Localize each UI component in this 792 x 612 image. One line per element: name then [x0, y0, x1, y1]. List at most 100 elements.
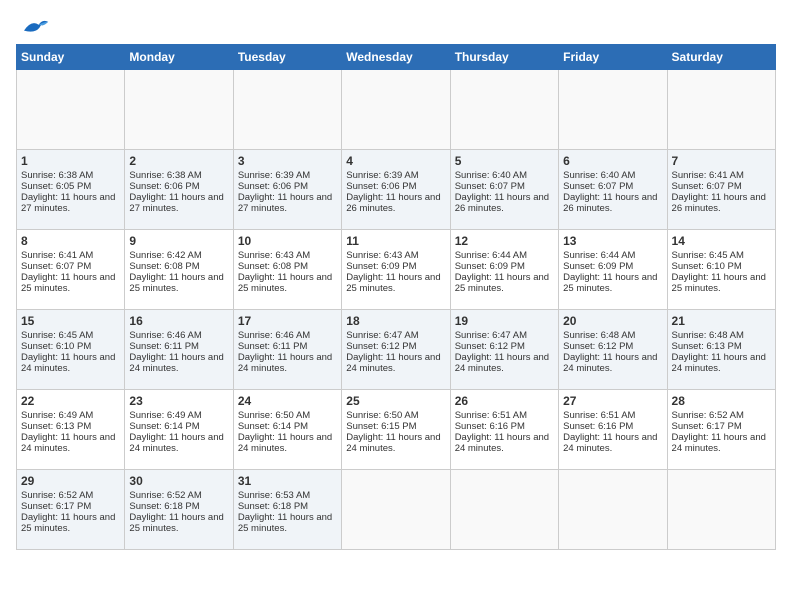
- page: SundayMondayTuesdayWednesdayThursdayFrid…: [0, 0, 792, 560]
- sunset-text: Sunset: 6:13 PM: [672, 341, 742, 352]
- sunrise-text: Sunrise: 6:41 AM: [21, 250, 93, 261]
- sunset-text: Sunset: 6:15 PM: [346, 421, 416, 432]
- calendar-cell: [233, 70, 341, 150]
- calendar-cell: 2Sunrise: 6:38 AMSunset: 6:06 PMDaylight…: [125, 150, 233, 230]
- day-number: 26: [455, 394, 554, 408]
- daylight-text: Daylight: 11 hours and 24 minutes.: [129, 432, 223, 454]
- sunrise-text: Sunrise: 6:52 AM: [21, 490, 93, 501]
- calendar-cell: 13Sunrise: 6:44 AMSunset: 6:09 PMDayligh…: [559, 230, 667, 310]
- day-number: 14: [672, 234, 771, 248]
- day-number: 30: [129, 474, 228, 488]
- daylight-text: Daylight: 11 hours and 25 minutes.: [129, 272, 223, 294]
- sunrise-text: Sunrise: 6:41 AM: [672, 170, 744, 181]
- sunrise-text: Sunrise: 6:40 AM: [455, 170, 527, 181]
- calendar-cell: 7 Sunrise: 6:41 AMSunset: 6:07 PMDaylight…: [667, 150, 775, 230]
- day-number: 2: [129, 154, 228, 168]
- sunrise-text: Sunrise: 6:39 AM: [346, 170, 418, 181]
- sunset-text: Sunset: 6:08 PM: [129, 261, 199, 272]
- calendar-cell: 25Sunrise: 6:50 AMSunset: 6:15 PMDayligh…: [342, 390, 450, 470]
- sunrise-text: Sunrise: 6:51 AM: [455, 410, 527, 421]
- day-number: 12: [455, 234, 554, 248]
- day-header-wednesday: Wednesday: [342, 45, 450, 70]
- calendar-cell: 14Sunrise: 6:45 AMSunset: 6:10 PMDayligh…: [667, 230, 775, 310]
- day-number: 3: [238, 154, 337, 168]
- sunrise-text: Sunrise: 6:43 AM: [238, 250, 310, 261]
- day-number: 4: [346, 154, 445, 168]
- calendar-cell: 4Sunrise: 6:39 AMSunset: 6:06 PMDaylight…: [342, 150, 450, 230]
- sunset-text: Sunset: 6:18 PM: [129, 501, 199, 512]
- daylight-text: Daylight: 11 hours and 27 minutes.: [238, 192, 332, 214]
- daylight-text: Daylight: 11 hours and 25 minutes.: [563, 272, 657, 294]
- sunset-text: Sunset: 6:13 PM: [21, 421, 91, 432]
- calendar-cell: 11Sunrise: 6:43 AMSunset: 6:09 PMDayligh…: [342, 230, 450, 310]
- calendar-cell: 28Sunrise: 6:52 AMSunset: 6:17 PMDayligh…: [667, 390, 775, 470]
- daylight-text: Daylight: 11 hours and 24 minutes.: [672, 352, 766, 374]
- daylight-text: Daylight: 11 hours and 24 minutes.: [21, 352, 115, 374]
- sunset-text: Sunset: 6:05 PM: [21, 181, 91, 192]
- calendar-cell: 23Sunrise: 6:49 AMSunset: 6:14 PMDayligh…: [125, 390, 233, 470]
- calendar-week-row: 29Sunrise: 6:52 AMSunset: 6:17 PMDayligh…: [17, 470, 776, 550]
- sunset-text: Sunset: 6:08 PM: [238, 261, 308, 272]
- day-number: 27: [563, 394, 662, 408]
- day-header-tuesday: Tuesday: [233, 45, 341, 70]
- day-number: 16: [129, 314, 228, 328]
- day-number: 6: [563, 154, 662, 168]
- sunset-text: Sunset: 6:12 PM: [346, 341, 416, 352]
- sunrise-text: Sunrise: 6:47 AM: [455, 330, 527, 341]
- calendar-cell: [17, 70, 125, 150]
- day-number: 13: [563, 234, 662, 248]
- sunset-text: Sunset: 6:07 PM: [21, 261, 91, 272]
- day-number: 23: [129, 394, 228, 408]
- sunset-text: Sunset: 6:06 PM: [238, 181, 308, 192]
- sunrise-text: Sunrise: 6:50 AM: [238, 410, 310, 421]
- calendar-week-row: 15Sunrise: 6:45 AMSunset: 6:10 PMDayligh…: [17, 310, 776, 390]
- calendar-cell: 22Sunrise: 6:49 AMSunset: 6:13 PMDayligh…: [17, 390, 125, 470]
- day-number: 7: [672, 154, 771, 168]
- calendar-cell: 30Sunrise: 6:52 AMSunset: 6:18 PMDayligh…: [125, 470, 233, 550]
- calendar-week-row: [17, 70, 776, 150]
- sunset-text: Sunset: 6:12 PM: [455, 341, 525, 352]
- calendar-cell: 17Sunrise: 6:46 AMSunset: 6:11 PMDayligh…: [233, 310, 341, 390]
- sunset-text: Sunset: 6:07 PM: [563, 181, 633, 192]
- daylight-text: Daylight: 11 hours and 25 minutes.: [129, 512, 223, 534]
- day-number: 21: [672, 314, 771, 328]
- day-number: 24: [238, 394, 337, 408]
- day-number: 15: [21, 314, 120, 328]
- sunrise-text: Sunrise: 6:38 AM: [21, 170, 93, 181]
- day-number: 8: [21, 234, 120, 248]
- day-number: 5: [455, 154, 554, 168]
- calendar-cell: 29Sunrise: 6:52 AMSunset: 6:17 PMDayligh…: [17, 470, 125, 550]
- calendar-cell: 21 Sunrise: 6:48 AMSunset: 6:13 PMDayligh…: [667, 310, 775, 390]
- calendar-cell: 24 Sunrise: 6:50 AMSunset: 6:14 PMDayligh…: [233, 390, 341, 470]
- sunset-text: Sunset: 6:18 PM: [238, 501, 308, 512]
- daylight-text: Daylight: 11 hours and 24 minutes.: [129, 352, 223, 374]
- daylight-text: Daylight: 11 hours and 24 minutes.: [346, 432, 440, 454]
- calendar-cell: 16Sunrise: 6:46 AMSunset: 6:11 PMDayligh…: [125, 310, 233, 390]
- calendar-cell: [342, 470, 450, 550]
- day-number: 10: [238, 234, 337, 248]
- sunset-text: Sunset: 6:09 PM: [455, 261, 525, 272]
- day-number: 20: [563, 314, 662, 328]
- sunrise-text: Sunrise: 6:48 AM: [672, 330, 744, 341]
- calendar-week-row: 8 Sunrise: 6:41 AMSunset: 6:07 PM Daylight…: [17, 230, 776, 310]
- sunrise-text: Sunrise: 6:43 AM: [346, 250, 418, 261]
- calendar-cell: 15Sunrise: 6:45 AMSunset: 6:10 PMDayligh…: [17, 310, 125, 390]
- day-number: 11: [346, 234, 445, 248]
- day-number: 28: [672, 394, 771, 408]
- calendar-cell: 27Sunrise: 6:51 AMSunset: 6:16 PMDayligh…: [559, 390, 667, 470]
- sunset-text: Sunset: 6:14 PM: [238, 421, 308, 432]
- calendar-cell: 20Sunrise: 6:48 AMSunset: 6:12 PMDayligh…: [559, 310, 667, 390]
- daylight-text: Daylight: 11 hours and 26 minutes.: [672, 192, 766, 214]
- calendar-cell: [559, 70, 667, 150]
- calendar-cell: [125, 70, 233, 150]
- calendar-cell: [342, 70, 450, 150]
- calendar-cell: 1Sunrise: 6:38 AMSunset: 6:05 PMDaylight…: [17, 150, 125, 230]
- calendar-cell: [667, 70, 775, 150]
- daylight-text: Daylight: 11 hours and 26 minutes.: [455, 192, 549, 214]
- daylight-text: Daylight: 11 hours and 24 minutes.: [238, 432, 332, 454]
- sunset-text: Sunset: 6:07 PM: [672, 181, 742, 192]
- daylight-text: Daylight: 11 hours and 25 minutes.: [346, 272, 440, 294]
- logo-bird-icon: [20, 16, 50, 38]
- daylight-text: Daylight: 11 hours and 27 minutes.: [21, 192, 115, 214]
- sunrise-text: Sunrise: 6:49 AM: [129, 410, 201, 421]
